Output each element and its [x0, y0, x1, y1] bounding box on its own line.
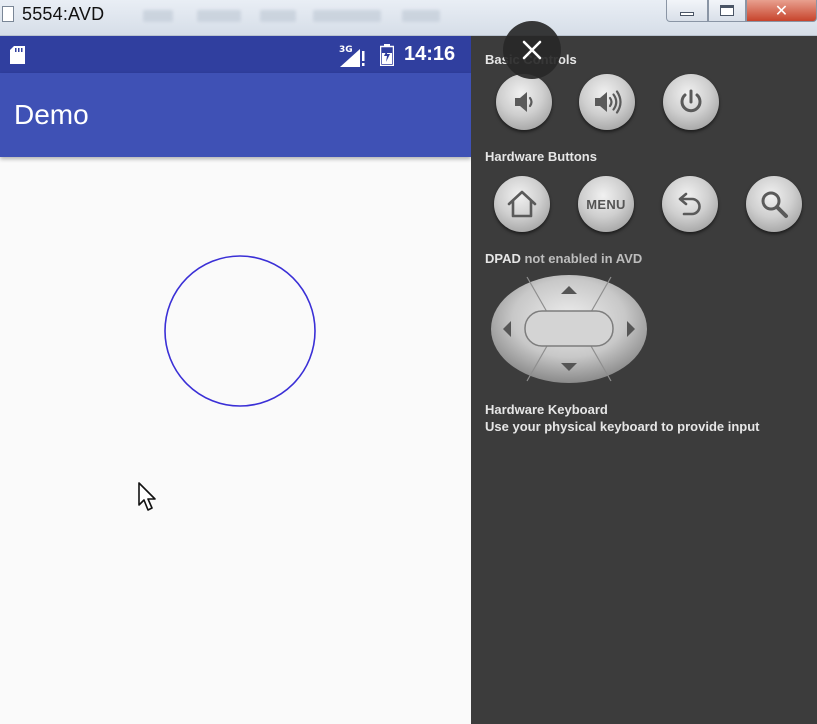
- close-icon: ✕: [774, 1, 789, 20]
- signal-icon: 3G: [339, 45, 365, 67]
- minimize-icon: [680, 11, 694, 16]
- app-bar: Demo: [0, 73, 471, 157]
- network-type-label: 3G: [339, 45, 353, 55]
- window-titlebar: 5554:AVD ✕: [0, 0, 817, 36]
- window-app-icon: [2, 6, 14, 22]
- dpad-center-button: [524, 310, 614, 347]
- menu-item-blurred[interactable]: [402, 10, 440, 22]
- menu-item-blurred[interactable]: [260, 10, 296, 22]
- overlay-close-button[interactable]: [503, 21, 561, 79]
- sd-card-icon: [10, 46, 25, 64]
- window-close-button[interactable]: ✕: [746, 0, 817, 22]
- drawn-circle: [164, 255, 316, 407]
- window-title: 5554:AVD: [22, 4, 105, 24]
- search-button[interactable]: [746, 176, 802, 232]
- app-content[interactable]: [0, 157, 471, 724]
- home-icon: [507, 190, 537, 218]
- hardware-keyboard-title: Hardware Keyboard: [485, 402, 608, 417]
- menu-item-blurred[interactable]: [313, 10, 381, 22]
- volume-down-icon: [515, 92, 533, 112]
- volume-up-icon: [595, 90, 622, 114]
- menu-button-label: MENU: [586, 196, 626, 212]
- back-button[interactable]: [662, 176, 718, 232]
- dpad-title: DPAD not enabled in AVD: [485, 251, 642, 266]
- menu-item-blurred[interactable]: [143, 10, 173, 22]
- minimize-button[interactable]: [666, 0, 708, 22]
- hardware-keyboard-description: Use your physical keyboard to provide in…: [485, 419, 760, 434]
- hardware-buttons-title: Hardware Buttons: [485, 149, 597, 164]
- volume-down-button[interactable]: [496, 74, 552, 130]
- status-clock: 14:16: [404, 43, 456, 65]
- search-icon: [761, 191, 788, 218]
- maximize-icon: [720, 5, 734, 16]
- dpad-title-suffix: not enabled in AVD: [520, 251, 643, 266]
- emulator-screen[interactable]: 3G 14:16 Demo: [0, 36, 471, 724]
- menu-item-blurred[interactable]: [197, 10, 241, 22]
- close-icon: [522, 40, 542, 60]
- emulator-controls-panel: Basic Controls Hardware Buttons MENU: [471, 36, 817, 724]
- dpad-control[interactable]: [489, 274, 649, 384]
- menu-button[interactable]: MENU: [578, 176, 634, 232]
- mouse-cursor-icon: [138, 482, 156, 511]
- power-button[interactable]: [663, 74, 719, 130]
- app-title: Demo: [14, 99, 89, 130]
- back-icon: [678, 192, 701, 216]
- dpad-title-prefix: DPAD: [485, 251, 521, 266]
- home-button[interactable]: [494, 176, 550, 232]
- volume-up-button[interactable]: [579, 74, 635, 130]
- power-icon: [680, 89, 702, 113]
- maximize-button[interactable]: [708, 0, 746, 22]
- battery-icon: [380, 44, 394, 66]
- status-bar: 3G 14:16: [0, 36, 471, 73]
